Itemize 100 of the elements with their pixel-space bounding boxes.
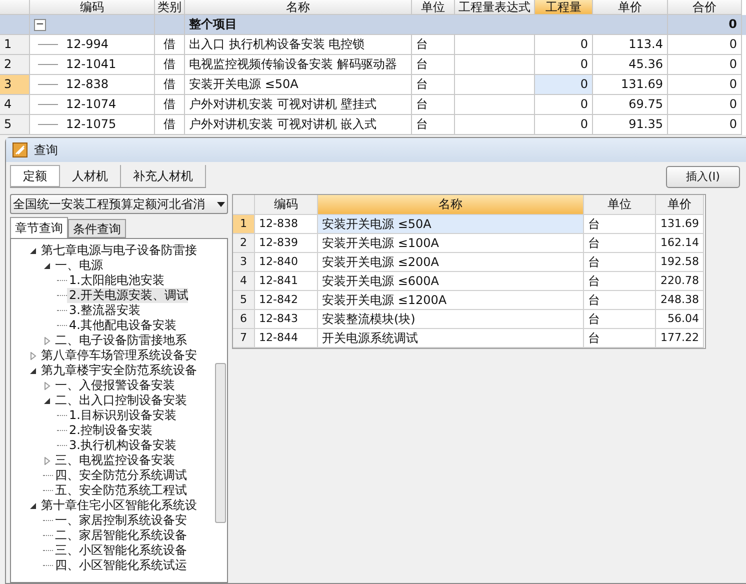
tree-item[interactable]: 2.开关电源安装、调试 (67, 288, 188, 303)
table-cell: 安装开关电源 ≤600A (318, 272, 584, 291)
collapsed-triangle-icon[interactable] (43, 382, 51, 390)
column-header[interactable]: 名称 (185, 0, 412, 15)
row-number[interactable]: 3 (233, 253, 255, 272)
tree-item[interactable]: 4.其他配电设备安装 (67, 318, 176, 333)
table-cell: 安装整流模块(块) (318, 310, 584, 329)
tree-item[interactable]: 四、安全防范分系统调试 (53, 468, 187, 483)
table-cell: 0 (535, 95, 593, 115)
row-number[interactable]: 4 (233, 272, 255, 291)
table-cell: 借 (155, 95, 185, 115)
tree-item[interactable]: 第九章楼宇安全防范系统设备 (39, 363, 197, 378)
app-icon (12, 142, 28, 158)
tab[interactable]: 章节查询 (10, 217, 68, 238)
table-cell-text: 12-1074 (66, 96, 116, 113)
tree-item[interactable]: 第七章电源与电子设备防雷接 (39, 243, 197, 258)
row-number[interactable]: 5 (233, 291, 255, 310)
table-cell-text: 12-1075 (66, 116, 116, 133)
expanded-triangle-icon[interactable] (29, 366, 37, 374)
table-cell: 12-840 (255, 253, 318, 272)
table-cell: 开关电源系统调试 (318, 329, 584, 348)
table-cell: 0 (668, 115, 742, 135)
table-cell: 220.78 (656, 272, 704, 291)
library-dropdown[interactable]: 全国统一安装工程预算定额河北省消 (10, 194, 228, 214)
table-cell: 192.58 (656, 253, 704, 272)
row-number[interactable]: 3 (0, 75, 30, 95)
table-cell: 台 (412, 35, 455, 55)
table-cell: 台 (412, 95, 455, 115)
table-cell: 177.22 (656, 329, 704, 348)
table-cell: 12-842 (255, 291, 318, 310)
column-header[interactable]: 单价 (593, 0, 668, 15)
tree-item[interactable]: 3.执行机构设备安装 (67, 438, 176, 453)
tree-item[interactable]: 四、小区智能化系统试运 (53, 558, 187, 573)
tree-item[interactable]: 2.控制设备安装 (67, 423, 152, 438)
row-number[interactable]: 4 (0, 95, 30, 115)
table-cell: 台 (584, 253, 656, 272)
tree-item[interactable]: 第十章住宅小区智能化系统设 (39, 498, 197, 513)
row-number[interactable]: 6 (233, 310, 255, 329)
table-cell: 162.14 (656, 234, 704, 253)
tree-item[interactable]: 二、电子设备防雷接地系 (53, 333, 187, 348)
row-number[interactable]: 1 (0, 35, 30, 55)
table-cell: 借 (155, 75, 185, 95)
column-header[interactable]: 单位 (584, 195, 656, 215)
tree-item[interactable]: 五、安全防范系统工程试 (53, 483, 187, 498)
row-number[interactable]: 1 (233, 215, 255, 234)
table-cell: 电视监控视频传输设备安装 解码驱动器 (185, 55, 412, 75)
table-cell: 台 (584, 310, 656, 329)
column-header[interactable]: 工程量表达式 (455, 0, 535, 15)
tab[interactable]: 定额 (10, 165, 60, 187)
table-cell-text: 12-994 (66, 36, 109, 53)
tree-item[interactable]: 3.整流器安装 (67, 303, 140, 318)
table-cell: 12-839 (255, 234, 318, 253)
table-cell: 0 (668, 75, 742, 95)
table-cell: 113.4 (593, 35, 668, 55)
window-title: 查询 (34, 142, 58, 159)
column-header[interactable]: 编码 (30, 0, 155, 15)
table-cell: 台 (412, 55, 455, 75)
expanded-triangle-icon[interactable] (29, 246, 37, 254)
collapsed-triangle-icon[interactable] (43, 456, 51, 464)
column-header[interactable]: 合价 (668, 0, 742, 15)
tree-item[interactable]: 第八章停车场管理系统设备安 (39, 348, 197, 363)
table-cell: 台 (584, 291, 656, 310)
table-cell: 0 (535, 35, 593, 55)
tree-item[interactable]: 二、出入口控制设备安装 (53, 393, 187, 408)
table-cell: 0 (668, 55, 742, 75)
tab[interactable]: 条件查询 (68, 219, 126, 238)
tree-item[interactable]: 一、家居控制系统设备安 (53, 513, 187, 528)
table-cell: 0 (535, 115, 593, 135)
tree-item[interactable]: 三、小区智能化系统设备 (53, 543, 187, 558)
table-cell: 台 (412, 115, 455, 135)
row-number[interactable]: 2 (0, 55, 30, 75)
expanded-triangle-icon[interactable] (43, 262, 51, 270)
tree-item[interactable]: 一、入侵报警设备安装 (53, 378, 175, 393)
expanded-triangle-icon[interactable] (29, 502, 37, 510)
header-corner (233, 195, 255, 215)
column-header[interactable]: 名称 (318, 195, 584, 215)
tree-item[interactable]: 1.目标识别设备安装 (67, 408, 176, 423)
collapsed-triangle-icon[interactable] (29, 352, 37, 360)
tree-item[interactable]: 一、电源 (53, 258, 103, 273)
column-header[interactable]: 编码 (255, 195, 318, 215)
table-cell: 台 (584, 215, 656, 234)
dropdown-arrow-icon (217, 202, 225, 206)
tree-item[interactable]: 三、电视监控设备安装 (53, 453, 175, 468)
column-header[interactable]: 单位 (412, 0, 455, 15)
row-number[interactable]: 5 (0, 115, 30, 135)
row-number[interactable]: 2 (233, 234, 255, 253)
insert-button[interactable]: 插入(I) (666, 166, 740, 188)
column-header[interactable]: 工程量 (535, 0, 593, 15)
table-cell: 安装开关电源 ≤50A (185, 75, 412, 95)
collapsed-triangle-icon[interactable] (43, 336, 51, 344)
collapse-toggle[interactable]: − (34, 18, 46, 30)
table-cell: 12-843 (255, 310, 318, 329)
column-header[interactable]: 类别 (155, 0, 185, 15)
tree-item[interactable]: 1.太阳能电池安装 (67, 273, 164, 288)
tree-item[interactable]: 二、家居智能化系统设备 (53, 528, 187, 543)
column-header[interactable]: 单价 (656, 195, 704, 215)
expanded-triangle-icon[interactable] (43, 396, 51, 404)
table-cell: 69.75 (593, 95, 668, 115)
table-cell: 户外对讲机安装 可视对讲机 嵌入式 (185, 115, 412, 135)
row-number[interactable]: 7 (233, 329, 255, 348)
